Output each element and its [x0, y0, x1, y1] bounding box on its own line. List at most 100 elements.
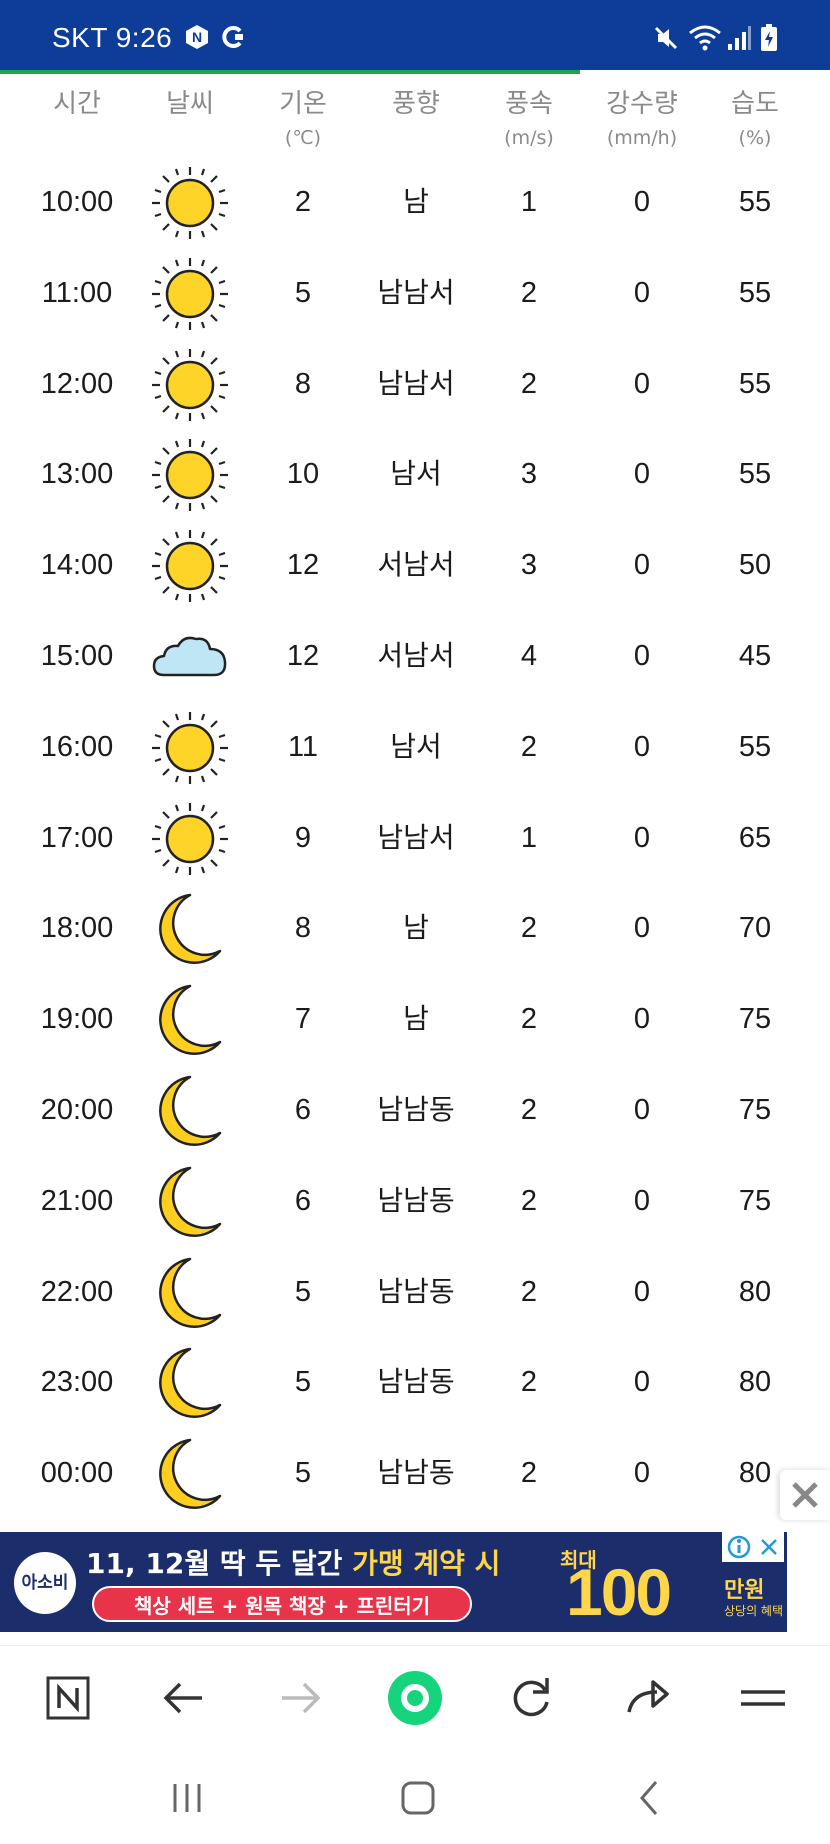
sun-icon	[150, 528, 230, 604]
wind-speed-cell: 3	[520, 458, 538, 491]
precipitation-cell: 0	[633, 912, 651, 945]
precipitation-cell: 0	[633, 730, 651, 763]
sun-icon	[150, 801, 230, 877]
menu-icon[interactable]	[733, 1668, 793, 1728]
banner-ad[interactable]: 아소비 11, 12월 딱 두 달간 가맹 계약 시 책상 세트 + 원목 책장…	[0, 1532, 787, 1632]
naver-home-icon[interactable]	[38, 1668, 98, 1728]
signal-icon	[728, 26, 751, 50]
moon-icon	[150, 891, 230, 967]
temperature-cell: 11	[287, 730, 319, 763]
temperature-cell: 5	[294, 1275, 312, 1308]
mute-icon	[654, 26, 678, 50]
moon-icon	[150, 1073, 230, 1149]
cloud-icon	[150, 619, 230, 695]
close-icon[interactable]	[780, 1470, 830, 1520]
table-row: 16:00 11 남서 2 0 55	[0, 702, 830, 793]
temperature-cell: 6	[294, 1184, 312, 1217]
moon-icon	[150, 1255, 230, 1331]
header-precipitation: 강수량 (mm/h)	[606, 89, 678, 149]
table-row: 10:00 2 남 1 0 55	[0, 157, 830, 248]
wind-direction-cell: 남남동	[377, 1092, 455, 1126]
wind-direction-cell: 남남서	[377, 820, 455, 854]
time-cell: 20:00	[40, 1093, 114, 1126]
wind-speed-cell: 2	[520, 1275, 538, 1308]
wind-direction-cell: 남남동	[377, 1183, 455, 1217]
moon-icon	[150, 1164, 230, 1240]
table-row: 18:00 8 남 2 0 70	[0, 883, 830, 974]
precipitation-cell: 0	[633, 1366, 651, 1399]
wind-speed-cell: 2	[520, 276, 538, 309]
precipitation-cell: 0	[633, 1184, 651, 1217]
ad-subtext: 상당의 혜택	[724, 1604, 784, 1618]
ad-offer-pill: 책상 세트 + 원목 책장 + 프린터기	[92, 1586, 472, 1622]
green-dot-home-icon[interactable]	[385, 1668, 445, 1728]
header-time: 시간	[53, 89, 101, 119]
wind-direction-cell: 서남서	[377, 548, 455, 582]
ad-close-tab[interactable]	[780, 1470, 830, 1520]
header-humidity: 습도 (%)	[731, 89, 779, 149]
ad-choices-badge[interactable]	[722, 1532, 784, 1562]
wind-speed-cell: 2	[520, 367, 538, 400]
humidity-cell: 75	[738, 1003, 772, 1036]
wind-direction-cell: 남	[403, 185, 429, 218]
forward-arrow-icon[interactable]	[270, 1668, 330, 1728]
home-icon[interactable]	[396, 1776, 440, 1820]
back-arrow-icon[interactable]	[154, 1668, 214, 1728]
ad-unit: 만원	[724, 1578, 765, 1603]
temperature-cell: 8	[294, 367, 312, 400]
refresh-icon[interactable]	[501, 1668, 561, 1728]
humidity-cell: 55	[738, 186, 772, 218]
recent-apps-icon[interactable]	[165, 1776, 209, 1820]
humidity-cell: 55	[738, 276, 772, 309]
wind-direction-cell: 남남서	[377, 366, 455, 400]
precipitation-cell: 0	[633, 549, 651, 582]
humidity-cell: 55	[738, 730, 772, 763]
table-row: 23:00 5 남남동 2 0 80	[0, 1337, 830, 1428]
wind-speed-cell: 3	[520, 549, 538, 582]
back-icon[interactable]	[628, 1776, 672, 1820]
temperature-cell: 10	[286, 458, 320, 491]
table-row: 15:00 12 서남서 4 0 45	[0, 611, 830, 702]
humidity-cell: 75	[738, 1093, 772, 1126]
time-cell: 22:00	[40, 1275, 114, 1308]
precipitation-cell: 0	[633, 1457, 651, 1490]
humidity-cell: 50	[738, 549, 772, 582]
wind-speed-cell: 2	[520, 1093, 538, 1126]
ad-brand-logo: 아소비	[14, 1552, 76, 1614]
humidity-cell: 55	[738, 458, 772, 491]
wind-direction-cell: 남남동	[377, 1456, 455, 1490]
precipitation-cell: 0	[633, 1003, 651, 1036]
table-row: 00:00 5 남남동 2 0 80	[0, 1428, 830, 1519]
moon-icon	[150, 1436, 230, 1512]
precipitation-cell: 0	[633, 639, 651, 672]
sun-icon	[150, 710, 230, 786]
precipitation-cell: 0	[633, 186, 651, 218]
time-cell: 12:00	[40, 367, 114, 400]
ad-close-icon[interactable]	[754, 1532, 784, 1562]
wind-direction-cell: 서남서	[377, 638, 455, 672]
humidity-cell: 45	[738, 639, 772, 672]
svg-text:N: N	[192, 29, 202, 45]
moon-icon	[150, 982, 230, 1058]
precipitation-cell: 0	[633, 367, 651, 400]
header-weather: 날씨	[166, 89, 214, 119]
wind-direction-cell: 남남동	[377, 1365, 455, 1399]
ad-info-icon[interactable]	[724, 1532, 754, 1562]
time-cell: 23:00	[40, 1366, 114, 1399]
humidity-cell: 55	[738, 367, 772, 400]
ad-amount: 100	[566, 1555, 672, 1629]
header-temperature: 기온 (℃)	[279, 89, 327, 149]
carrier-time: SKT 9:26	[52, 22, 173, 53]
sun-icon	[150, 165, 230, 241]
temperature-cell: 9	[294, 821, 312, 854]
temperature-cell: 6	[294, 1093, 312, 1126]
wind-direction-cell: 남남동	[377, 1274, 455, 1308]
time-cell: 19:00	[40, 1003, 114, 1036]
sun-icon	[150, 256, 230, 332]
wind-speed-cell: 1	[520, 186, 538, 218]
table-row: 12:00 8 남남서 2 0 55	[0, 339, 830, 430]
time-cell: 14:00	[40, 549, 114, 582]
sun-icon	[150, 437, 230, 513]
table-row: 11:00 5 남남서 2 0 55	[0, 248, 830, 339]
share-icon[interactable]	[617, 1668, 677, 1728]
